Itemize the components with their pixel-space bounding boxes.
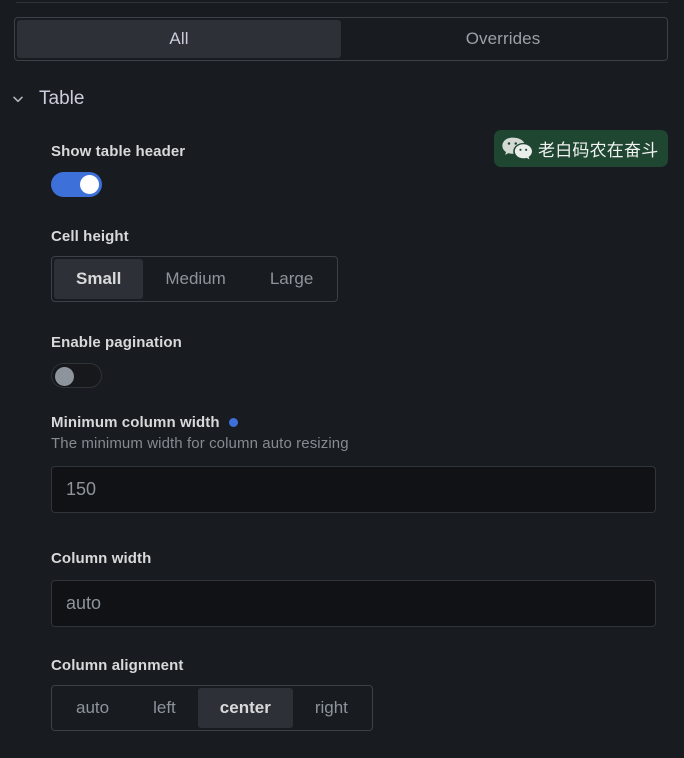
modified-indicator-dot bbox=[228, 418, 238, 427]
column-alignment-option-auto-label: auto bbox=[76, 698, 110, 717]
field-column-alignment: Column alignment auto left center right bbox=[51, 657, 373, 731]
column-width-label: Column width bbox=[51, 550, 656, 567]
column-alignment-option-right[interactable]: right bbox=[293, 688, 370, 728]
minimum-column-width-input[interactable] bbox=[51, 466, 656, 513]
toggle-knob bbox=[55, 367, 74, 386]
column-alignment-option-center[interactable]: center bbox=[197, 688, 293, 728]
cell-height-radio-group: Small Medium Large bbox=[51, 256, 339, 302]
show-table-header-label-text: Show table header bbox=[51, 143, 186, 160]
tab-all-label: All bbox=[169, 29, 189, 48]
field-enable-pagination: Enable pagination bbox=[51, 334, 182, 388]
column-alignment-option-auto[interactable]: auto bbox=[54, 688, 131, 728]
minimum-column-width-description: The minimum width for column auto resizi… bbox=[51, 435, 349, 452]
enable-pagination-label-text: Enable pagination bbox=[51, 334, 182, 351]
field-column-width: Column width bbox=[51, 550, 656, 627]
column-alignment-option-left-label: left bbox=[153, 698, 176, 717]
wechat-watermark-badge: 老白码农在奋斗 bbox=[494, 130, 669, 167]
tab-bar: All Overrides bbox=[14, 17, 668, 61]
wechat-badge-label: 老白码农在奋斗 bbox=[538, 141, 659, 161]
column-alignment-label-text: Column alignment bbox=[51, 657, 184, 674]
field-cell-height: Cell height Small Medium Large bbox=[51, 228, 339, 302]
tab-overrides-label: Overrides bbox=[465, 29, 541, 48]
column-alignment-option-left[interactable]: left bbox=[131, 688, 198, 728]
section-header-table[interactable]: Table bbox=[10, 88, 84, 110]
minimum-column-width-label: Minimum column width bbox=[51, 414, 656, 431]
cell-height-option-small-label: Small bbox=[76, 269, 122, 288]
cell-height-option-medium-label: Medium bbox=[165, 269, 226, 288]
toggle-knob bbox=[80, 175, 99, 194]
chevron-down-icon bbox=[13, 96, 23, 103]
column-width-input[interactable] bbox=[51, 580, 656, 627]
top-divider bbox=[16, 2, 668, 3]
section-title: Table bbox=[39, 88, 85, 109]
enable-pagination-toggle[interactable] bbox=[51, 363, 102, 388]
show-table-header-label: Show table header bbox=[51, 143, 185, 160]
show-table-header-toggle[interactable] bbox=[51, 172, 102, 197]
tab-all[interactable]: All bbox=[17, 20, 341, 58]
field-show-table-header: Show table header bbox=[51, 143, 185, 197]
cell-height-option-large[interactable]: Large bbox=[248, 259, 335, 299]
cell-height-label: Cell height bbox=[51, 228, 338, 245]
column-alignment-radio-group: auto left center right bbox=[51, 685, 373, 731]
cell-height-option-large-label: Large bbox=[269, 269, 314, 288]
cell-height-option-small[interactable]: Small bbox=[54, 259, 144, 299]
column-alignment-label: Column alignment bbox=[51, 657, 373, 674]
wechat-icon bbox=[502, 137, 532, 159]
panel-options-pane: All Overrides Table 老白码农在奋斗 Show table h… bbox=[0, 0, 684, 758]
cell-height-option-medium[interactable]: Medium bbox=[143, 259, 247, 299]
column-width-label-text: Column width bbox=[51, 550, 152, 567]
tab-overrides[interactable]: Overrides bbox=[341, 20, 665, 58]
field-minimum-column-width: Minimum column width The minimum width f… bbox=[51, 414, 656, 513]
column-alignment-option-right-label: right bbox=[314, 698, 348, 717]
cell-height-label-text: Cell height bbox=[51, 228, 129, 245]
minimum-column-width-label-text: Minimum column width bbox=[51, 414, 220, 431]
enable-pagination-label: Enable pagination bbox=[51, 334, 182, 351]
column-alignment-option-center-label: center bbox=[219, 698, 271, 717]
